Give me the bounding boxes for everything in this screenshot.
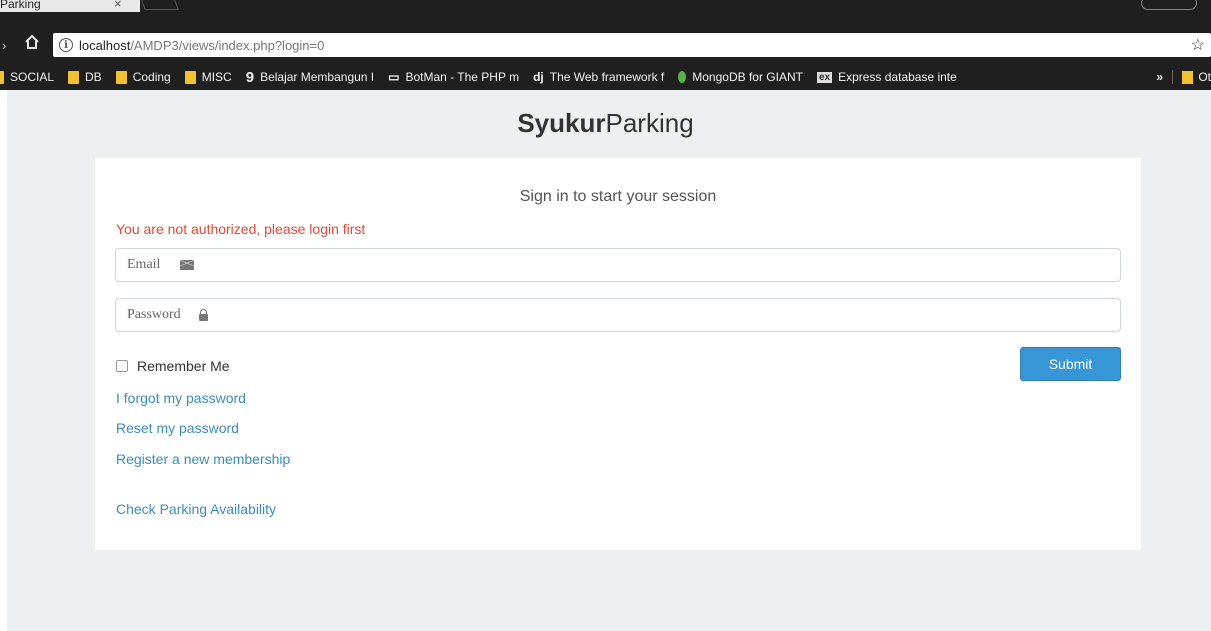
remember-me[interactable]: Remember Me	[116, 358, 230, 374]
bookmark-label: Ot	[1198, 70, 1211, 84]
remember-me-checkbox[interactable]	[116, 360, 128, 372]
register-link[interactable]: Register a new membership	[116, 451, 290, 467]
home-icon[interactable]	[24, 34, 40, 50]
bookmark-label: MongoDB for GIANT	[692, 70, 803, 84]
bookmark-item[interactable]: MISC	[184, 64, 232, 90]
new-tab-button[interactable]	[141, 0, 179, 10]
bookmark-label: MISC	[201, 70, 232, 84]
mongodb-icon	[678, 71, 687, 83]
remember-me-label: Remember Me	[137, 358, 230, 374]
forgot-password-link[interactable]: I forgot my password	[116, 390, 246, 406]
email-field-wrapper	[115, 248, 1121, 282]
bookmarks-overflow-button[interactable]: »	[1156, 64, 1163, 90]
bookmark-item[interactable]: DB	[68, 64, 102, 90]
address-bar[interactable]: i localhost/AMDP3/views/index.php?login=…	[53, 33, 1211, 57]
bookmark-item[interactable]: MongoDB for GIANT	[678, 64, 803, 90]
url-path: /AMDP3/views/index.php?login=0	[130, 37, 325, 53]
browser-toolbar: › i localhost/AMDP3/views/index.php?logi…	[0, 12, 1211, 64]
reload-icon[interactable]: ›	[2, 38, 6, 53]
error-message: You are not authorized, please login fir…	[116, 221, 366, 237]
brand-bold: Syukur	[517, 108, 606, 138]
bookmark-item[interactable]: dj The Web framework f	[533, 64, 664, 90]
envelope-icon	[180, 260, 194, 270]
bookmarks-bar: SOCIAL DB Coding MISC 9 Belajar Membangu…	[0, 64, 1211, 90]
check-availability-link[interactable]: Check Parking Availability	[116, 501, 276, 517]
password-input[interactable]	[127, 307, 1117, 323]
brand-rest: Parking	[605, 108, 694, 138]
email-input[interactable]	[127, 257, 1117, 273]
bookmarks-divider	[1172, 70, 1173, 84]
browser-tab[interactable]: Parking ×	[0, 0, 140, 12]
bookmark-label: Coding	[132, 70, 171, 84]
profile-button[interactable]	[1141, 0, 1197, 10]
g-icon: 9	[245, 68, 255, 86]
lock-icon	[199, 309, 208, 321]
login-box: Sign in to start your session You are no…	[95, 158, 1141, 550]
bookmark-item[interactable]: 9 Belajar Membangun I	[246, 64, 374, 90]
bookmark-label: BotMan - The PHP m	[405, 70, 520, 84]
reset-password-link[interactable]: Reset my password	[116, 420, 239, 436]
botman-icon: ▭	[388, 70, 400, 84]
folder-icon	[184, 70, 196, 84]
bookmark-star-icon[interactable]: ☆	[1191, 35, 1205, 55]
bookmark-item[interactable]: Coding	[115, 64, 171, 90]
folder-icon	[115, 70, 127, 84]
bookmark-item[interactable]: ▭ BotMan - The PHP m	[388, 64, 519, 90]
express-icon: ex	[816, 71, 833, 83]
bookmark-label: The Web framework f	[549, 70, 665, 84]
window-edge	[0, 90, 7, 631]
django-icon: dj	[533, 70, 544, 84]
bookmark-label: DB	[85, 70, 102, 84]
bookmark-label: Express database inte	[838, 70, 957, 84]
submit-button[interactable]: Submit	[1020, 347, 1121, 381]
login-box-message: Sign in to start your session	[519, 188, 717, 205]
tab-title: Parking	[0, 0, 41, 11]
bookmark-item[interactable]: SOCIAL	[0, 64, 54, 90]
password-field-wrapper	[115, 298, 1121, 332]
bookmark-label: SOCIAL	[10, 70, 55, 84]
url-text: localhost/AMDP3/views/index.php?login=0	[79, 38, 324, 53]
tab-strip: Parking ×	[0, 0, 1211, 12]
brand-logo[interactable]: SyukurParking	[0, 108, 1211, 139]
other-bookmarks-folder[interactable]: Ot	[1182, 64, 1211, 90]
folder-icon	[0, 70, 4, 84]
url-host: localhost	[79, 37, 131, 53]
info-icon[interactable]: i	[59, 38, 73, 52]
tab-close-icon[interactable]: ×	[114, 0, 122, 11]
folder-icon	[1182, 70, 1194, 84]
folder-icon	[68, 70, 80, 84]
bookmark-item[interactable]: ex Express database inte	[816, 64, 957, 90]
bookmark-label: Belajar Membangun I	[260, 70, 375, 84]
